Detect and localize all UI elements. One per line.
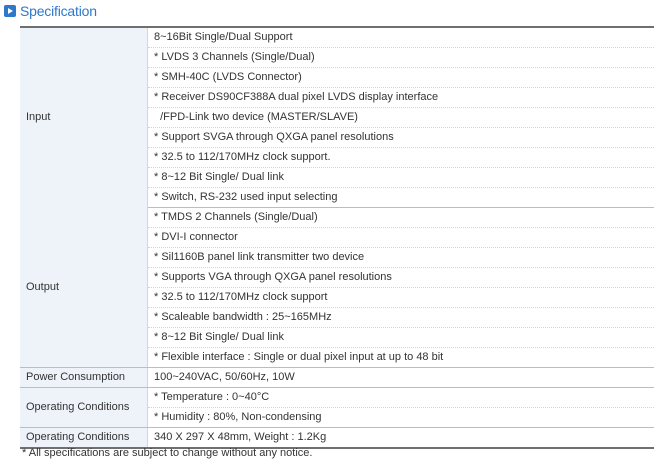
spec-value: * Sil1160B panel link transmitter two de… xyxy=(147,247,654,268)
spec-value: * Flexible interface : Single or dual pi… xyxy=(147,347,654,368)
section-heading: Specification xyxy=(4,2,97,20)
spec-label-power: Power Consumption xyxy=(20,367,148,388)
spec-table: Input 8~16Bit Single/Dual Support * LVDS… xyxy=(20,26,654,449)
spec-value: * Support SVGA through QXGA panel resolu… xyxy=(147,127,654,148)
spec-value-temperature: * Temperature : 0~40°C xyxy=(147,387,654,408)
spec-value: 100~240VAC, 50/60Hz, 10W xyxy=(147,367,654,388)
temperature-text: * Temperature : 0~40°C xyxy=(154,391,270,403)
disclaimer-note: * All specifications are subject to chan… xyxy=(22,447,313,459)
spec-value: /FPD-Link two device (MASTER/SLAVE) xyxy=(147,107,654,128)
spec-value: * LVDS 3 Channels (Single/Dual) xyxy=(147,47,654,68)
spec-value: * Humidity : 80%, Non-condensing xyxy=(147,407,654,428)
spec-value: 340 X 297 X 48mm, Weight : 1.2Kg xyxy=(154,431,327,443)
spec-value: 8~16Bit Single/Dual Support xyxy=(147,27,654,48)
spec-value: * 32.5 to 112/170MHz clock support. xyxy=(147,147,654,168)
spec-value: * DVI-I connector xyxy=(147,227,654,248)
spec-value: * SMH-40C (LVDS Connector) xyxy=(147,67,654,88)
spec-label-output: Output xyxy=(20,207,148,368)
spec-value: * Switch, RS-232 used input selecting xyxy=(147,187,654,208)
play-square-icon xyxy=(4,5,16,17)
section-title: Specification xyxy=(20,3,97,19)
spec-label-dimensions: Operating Conditions xyxy=(20,427,148,448)
spec-value: * Scaleable bandwidth : 25~165MHz xyxy=(147,307,654,328)
spec-label-operating: Operating Conditions xyxy=(20,387,148,428)
spec-value: * 8~12 Bit Single/ Dual link xyxy=(147,167,654,188)
spec-value: * 8~12 Bit Single/ Dual link xyxy=(147,327,654,348)
spec-value: * Supports VGA through QXGA panel resolu… xyxy=(147,267,654,288)
spec-value: * Receiver DS90CF388A dual pixel LVDS di… xyxy=(147,87,654,108)
spec-value: * TMDS 2 Channels (Single/Dual) xyxy=(147,207,654,228)
spec-value: * 32.5 to 112/170MHz clock support xyxy=(147,287,654,308)
spec-label-input: Input xyxy=(20,27,148,208)
